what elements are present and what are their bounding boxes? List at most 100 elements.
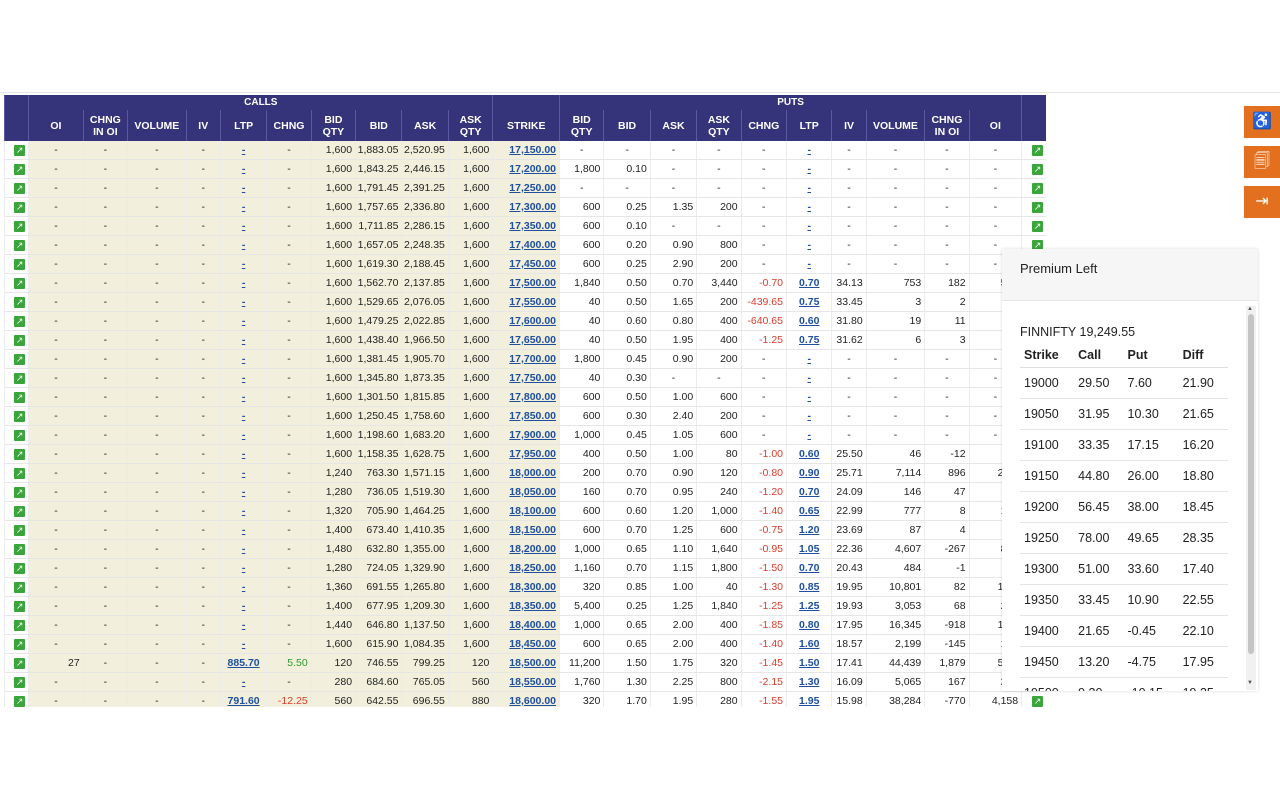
- call-cell[interactable]: -: [219, 273, 267, 293]
- chart-icon[interactable]: ↗: [14, 182, 26, 194]
- call-cell[interactable]: -: [219, 615, 267, 635]
- call-cell[interactable]: -: [219, 501, 267, 521]
- chart-icon[interactable]: ↗: [14, 410, 26, 422]
- call-value[interactable]: -: [242, 315, 246, 327]
- call-cell[interactable]: -: [219, 349, 267, 369]
- strike-link[interactable]: 17,850.00: [509, 410, 556, 422]
- put-cell[interactable]: -: [785, 349, 832, 369]
- chart-cell[interactable]: ↗: [4, 539, 29, 559]
- put-cell[interactable]: 1.20: [785, 520, 832, 540]
- strike-cell[interactable]: 17,300.00: [492, 197, 560, 217]
- call-value[interactable]: 885.70: [228, 657, 260, 669]
- chart-icon[interactable]: ↗: [14, 163, 26, 175]
- strike-link[interactable]: 18,000.00: [509, 467, 556, 479]
- chart-icon[interactable]: ↗: [14, 543, 26, 555]
- put-value[interactable]: -: [807, 220, 811, 232]
- strike-link[interactable]: 17,450.00: [509, 258, 556, 270]
- call-cell[interactable]: 791.60: [219, 691, 267, 707]
- put-value[interactable]: 0.85: [799, 581, 819, 593]
- chart-cell[interactable]: ↗: [1021, 691, 1046, 707]
- put-value[interactable]: -: [807, 239, 811, 251]
- strike-link[interactable]: 18,200.00: [509, 543, 556, 555]
- call-value[interactable]: -: [242, 448, 246, 460]
- strike-link[interactable]: 17,200.00: [509, 163, 556, 175]
- put-cell[interactable]: 0.85: [785, 577, 832, 597]
- put-value[interactable]: 0.70: [799, 486, 819, 498]
- chart-icon[interactable]: ↗: [14, 676, 26, 688]
- chart-icon[interactable]: ↗: [14, 695, 26, 707]
- logout-button[interactable]: ⇥: [1244, 186, 1280, 218]
- strike-link[interactable]: 17,350.00: [509, 220, 556, 232]
- call-value[interactable]: -: [242, 296, 246, 308]
- strike-link[interactable]: 17,300.00: [509, 201, 556, 213]
- put-value[interactable]: 1.25: [799, 600, 819, 612]
- put-cell[interactable]: 0.65: [785, 501, 832, 521]
- strike-cell[interactable]: 18,400.00: [492, 615, 560, 635]
- put-cell[interactable]: -: [785, 141, 832, 160]
- scroll-down-arrow-icon[interactable]: ▼: [1247, 680, 1253, 686]
- strike-cell[interactable]: 17,850.00: [492, 406, 560, 426]
- call-value[interactable]: -: [242, 201, 246, 213]
- chart-cell[interactable]: ↗: [4, 273, 29, 293]
- call-value[interactable]: -: [242, 391, 246, 403]
- strike-link[interactable]: 17,700.00: [509, 353, 556, 365]
- document-button[interactable]: 🗐: [1244, 146, 1280, 178]
- call-value[interactable]: -: [242, 277, 246, 289]
- chart-cell[interactable]: ↗: [4, 634, 29, 654]
- put-value[interactable]: 1.05: [799, 543, 819, 555]
- strike-cell[interactable]: 18,350.00: [492, 596, 560, 616]
- call-value[interactable]: -: [242, 182, 246, 194]
- put-value[interactable]: 0.80: [799, 619, 819, 631]
- call-cell[interactable]: -: [219, 254, 267, 274]
- strike-cell[interactable]: 17,700.00: [492, 349, 560, 369]
- chart-cell[interactable]: ↗: [4, 349, 29, 369]
- strike-link[interactable]: 17,800.00: [509, 391, 556, 403]
- chart-cell[interactable]: ↗: [4, 254, 29, 274]
- call-cell[interactable]: -: [219, 235, 267, 255]
- call-cell[interactable]: 885.70: [219, 653, 267, 673]
- chart-icon[interactable]: ↗: [14, 600, 26, 612]
- put-cell[interactable]: -: [785, 406, 832, 426]
- strike-cell[interactable]: 17,750.00: [492, 368, 560, 388]
- chart-cell[interactable]: ↗: [4, 558, 29, 578]
- chart-icon[interactable]: ↗: [14, 657, 26, 669]
- put-cell[interactable]: -: [785, 235, 832, 255]
- strike-link[interactable]: 17,750.00: [509, 372, 556, 384]
- call-cell[interactable]: -: [219, 330, 267, 350]
- chart-cell[interactable]: ↗: [4, 368, 29, 388]
- strike-link[interactable]: 18,100.00: [509, 505, 556, 517]
- put-cell[interactable]: -: [785, 368, 832, 388]
- chart-icon[interactable]: ↗: [14, 581, 26, 593]
- strike-link[interactable]: 17,600.00: [509, 315, 556, 327]
- strike-cell[interactable]: 18,250.00: [492, 558, 560, 578]
- strike-link[interactable]: 18,500.00: [509, 657, 556, 669]
- chart-icon[interactable]: ↗: [14, 239, 26, 251]
- chart-icon[interactable]: ↗: [14, 562, 26, 574]
- put-value[interactable]: -: [807, 163, 811, 175]
- call-value[interactable]: -: [242, 619, 246, 631]
- strike-cell[interactable]: 18,550.00: [492, 672, 560, 692]
- strike-link[interactable]: 18,250.00: [509, 562, 556, 574]
- chart-cell[interactable]: ↗: [4, 520, 29, 540]
- strike-cell[interactable]: 17,450.00: [492, 254, 560, 274]
- put-cell[interactable]: -: [785, 197, 832, 217]
- chart-icon[interactable]: ↗: [1032, 695, 1043, 707]
- chart-icon[interactable]: ↗: [1032, 163, 1043, 175]
- chart-icon[interactable]: ↗: [14, 619, 26, 631]
- put-cell[interactable]: -: [785, 178, 832, 198]
- put-value[interactable]: -: [807, 258, 811, 270]
- put-cell[interactable]: 1.25: [785, 596, 832, 616]
- chart-icon[interactable]: ↗: [14, 505, 26, 517]
- strike-cell[interactable]: 17,900.00: [492, 425, 560, 445]
- put-cell[interactable]: 0.70: [785, 482, 832, 502]
- strike-cell[interactable]: 17,400.00: [492, 235, 560, 255]
- strike-cell[interactable]: 18,200.00: [492, 539, 560, 559]
- strike-link[interactable]: 17,250.00: [509, 182, 556, 194]
- put-value[interactable]: -: [807, 182, 811, 194]
- call-cell[interactable]: -: [219, 292, 267, 312]
- call-value[interactable]: 791.60: [228, 695, 260, 707]
- chart-cell[interactable]: ↗: [4, 235, 29, 255]
- put-value[interactable]: -: [807, 372, 811, 384]
- call-cell[interactable]: -: [219, 425, 267, 445]
- strike-link[interactable]: 18,300.00: [509, 581, 556, 593]
